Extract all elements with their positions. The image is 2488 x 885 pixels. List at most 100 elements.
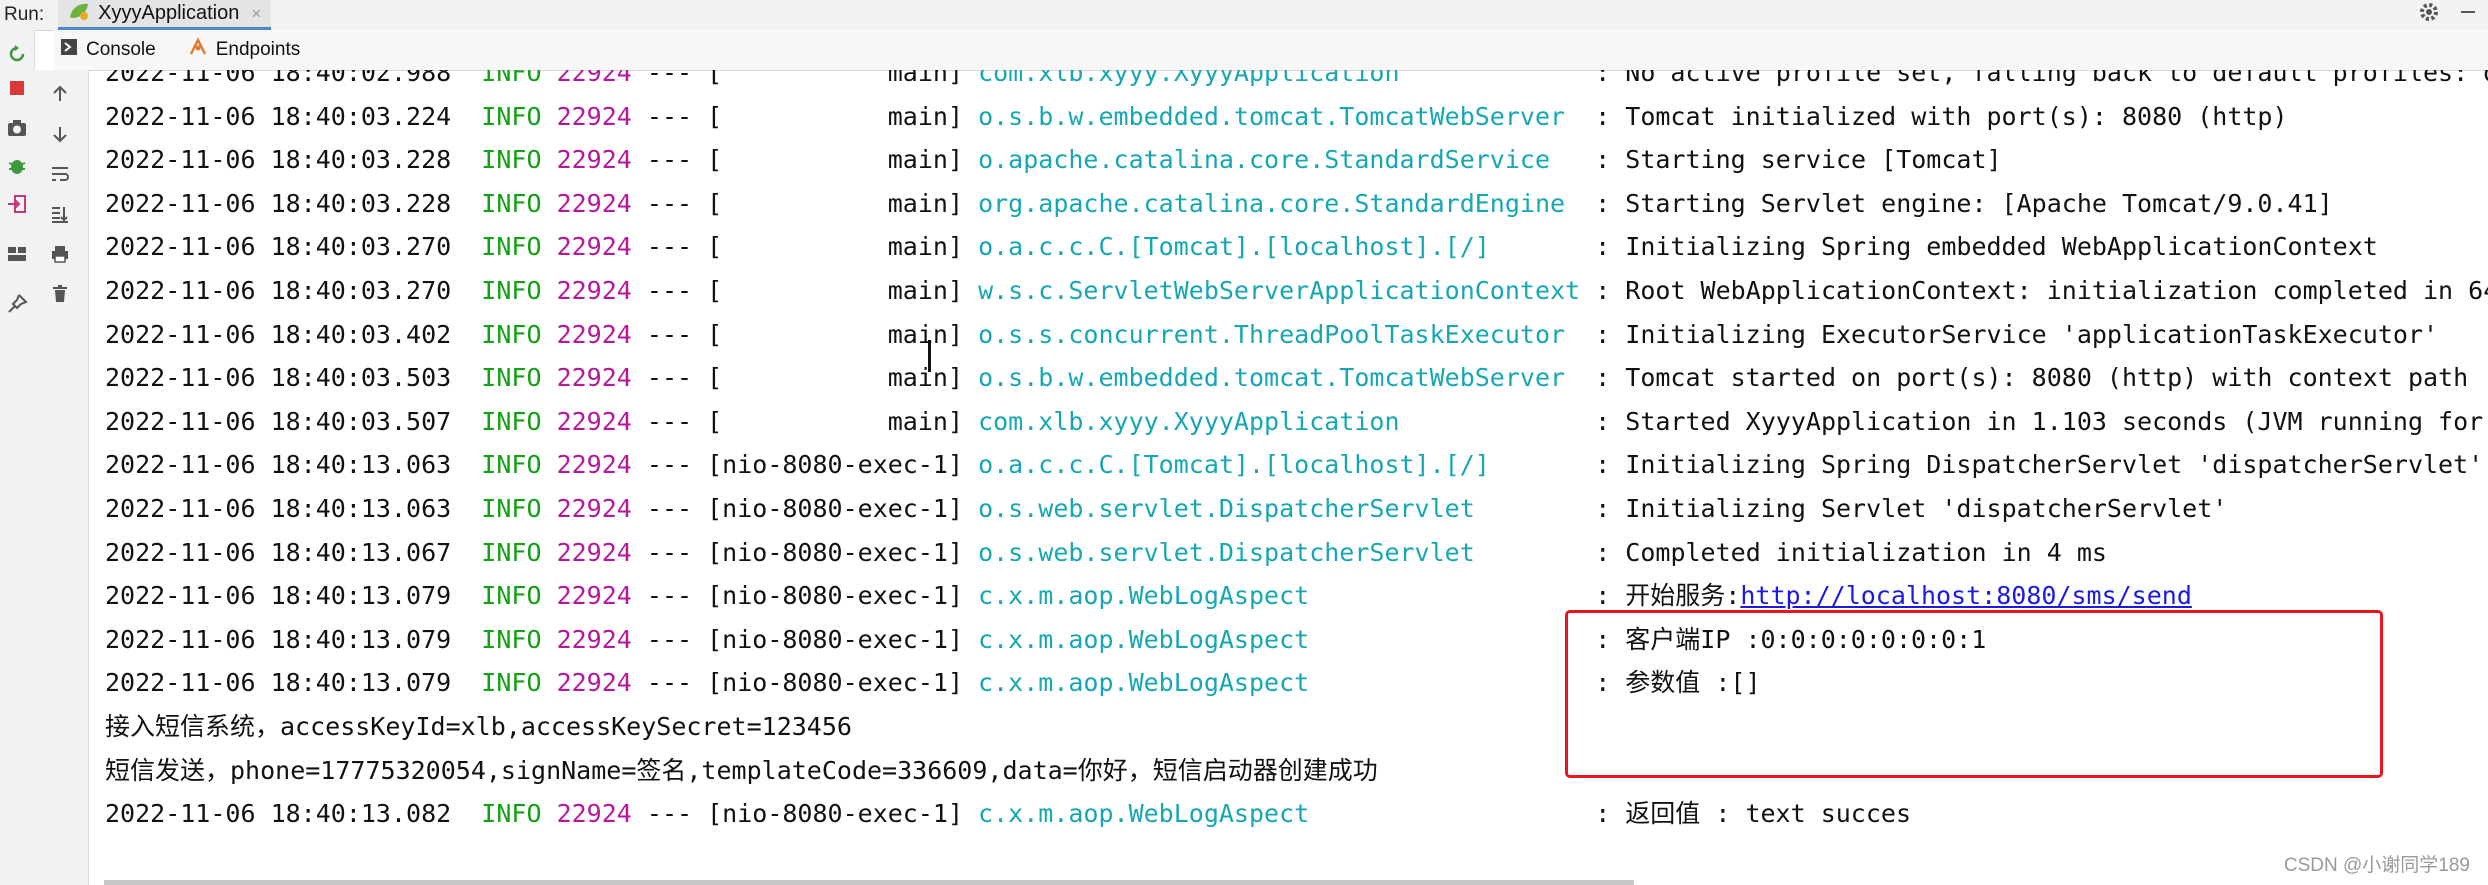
log-logger: o.s.b.w.embedded.tomcat.TomcatWebServer [978,363,1566,393]
log-logger: o.s.s.concurrent.ThreadPoolTaskExecutor [978,319,1566,349]
log-message: : Completed initialization in 4 ms [1595,537,2107,567]
log-thread: [nio-8080-exec-1] [707,494,963,523]
print-icon[interactable] [48,242,72,266]
log-logger: c.x.m.aop.WebLogAspect [978,799,1310,829]
log-pid: 22924 [556,232,632,262]
log-pid: 22924 [556,70,632,87]
log-timestamp: 2022-11-06 18:40:03.270 [105,276,452,305]
log-thread: [ main] [707,406,963,436]
log-logger: c.x.m.aop.WebLogAspect [978,624,1310,654]
log-link[interactable]: http://localhost:8080/sms/send [1740,581,2192,610]
log-line: 2022-11-06 18:40:03.270 INFO 22924 --- [… [105,230,2378,264]
log-line: 2022-11-06 18:40:02.988 INFO 22924 --- [… [105,70,2488,90]
log-level: INFO [481,406,542,436]
scroll-to-end-icon[interactable] [48,202,72,226]
run-toolbar: Run: XyyyApplication × [0,0,2488,31]
log-timestamp: 2022-11-06 18:40:13.082 [105,799,452,829]
log-timestamp: 2022-11-06 18:40:03.228 [105,188,452,218]
camera-icon[interactable] [5,116,29,140]
log-pid: 22924 [556,188,632,218]
log-timestamp: 2022-11-06 18:40:03.507 [105,406,452,436]
login-icon[interactable] [5,192,29,216]
log-line: 2022-11-06 18:40:13.063 INFO 22924 --- [… [105,492,2227,526]
log-timestamp: 2022-11-06 18:40:02.988 [105,70,452,87]
log-separator: --- [646,668,693,698]
run-tab-xyyyapplication[interactable]: XyyyApplication × [58,0,272,30]
log-thread: [ main] [707,101,963,131]
log-thread: [nio-8080-exec-1] [707,581,963,611]
console-icon [60,38,78,62]
pin-icon[interactable] [5,292,29,316]
log-logger: w.s.c.ServletWebServerApplicationContext [978,276,1581,305]
log-level: INFO [481,232,542,262]
log-pid: 22924 [556,101,632,131]
log-level: INFO [481,537,542,567]
log-level: INFO [481,101,542,131]
tab-console-label: Console [86,39,156,60]
log-level: INFO [481,276,542,305]
log-line: 2022-11-06 18:40:03.507 INFO 22924 --- [… [105,405,2483,439]
run-actions-strip [0,30,35,885]
log-logger: c.x.m.aop.WebLogAspect [978,668,1310,698]
log-thread: [nio-8080-exec-1] [707,799,963,829]
log-logger: o.apache.catalina.core.StandardService [978,145,1551,175]
log-level: INFO [481,188,542,218]
stop-icon[interactable] [5,76,29,100]
log-separator: --- [646,70,693,87]
log-pid: 22924 [556,537,632,567]
log-thread: [nio-8080-exec-1] [707,624,963,654]
minimize-icon[interactable] [2458,2,2478,28]
log-plain-text: 接入短信系统，accessKeyId=xlb,accessKeySecret=1… [105,712,852,741]
rerun-icon[interactable] [5,42,29,66]
log-level: INFO [481,668,542,698]
debug-bug-icon[interactable] [5,154,29,178]
trash-icon[interactable] [48,282,72,306]
log-thread: [ main] [707,363,963,393]
highlight-box [1565,610,2383,778]
log-pid: 22924 [556,668,632,698]
console-tabs-bar: Console Endpoints [54,30,2488,71]
log-thread: [ main] [707,319,963,349]
log-timestamp: 2022-11-06 18:40:03.224 [105,101,452,131]
tab-endpoints-label: Endpoints [215,39,301,60]
log-logger: com.xlb.xyyy.XyyyApplication [978,406,1400,436]
watermark: CSDN @小谢同学189 [2283,855,2470,876]
tab-endpoints[interactable]: Endpoints [182,37,301,63]
run-tab-label: XyyyApplication [98,2,240,24]
log-line: 短信发送，phone=17775320054,signName=签名,templ… [105,754,1378,788]
close-tab-icon[interactable]: × [251,4,261,24]
log-line: 2022-11-06 18:40:13.067 INFO 22924 --- [… [105,536,2107,570]
log-separator: --- [646,363,693,393]
log-plain-text: 短信发送，phone=17775320054,signName=签名,templ… [105,755,1378,785]
console-output[interactable]: 2022-11-06 18:40:02.988 INFO 22924 --- [… [88,70,2488,885]
log-thread: [nio-8080-exec-1] [707,668,963,698]
soft-wrap-icon[interactable] [48,162,72,186]
log-pid: 22924 [556,450,632,480]
log-timestamp: 2022-11-06 18:40:03.228 [105,145,452,175]
log-thread: [ main] [707,188,963,218]
log-logger: o.s.web.servlet.DispatcherServlet [978,537,1475,567]
log-pid: 22924 [556,145,632,175]
scroll-down-icon[interactable] [48,122,72,146]
log-line: 2022-11-06 18:40:13.079 INFO 22924 --- [… [105,579,2192,613]
log-logger: org.apache.catalina.core.StandardEngine [978,188,1566,218]
log-level: INFO [481,319,542,349]
scroll-up-icon[interactable] [48,82,72,106]
tab-console[interactable]: Console [54,38,156,62]
log-pid: 22924 [556,581,632,611]
log-separator: --- [646,319,693,349]
log-separator: --- [646,799,693,829]
log-logger: o.a.c.c.C.[Tomcat].[localhost].[/] [978,450,1490,480]
log-line: 接入短信系统，accessKeyId=xlb,accessKeySecret=1… [105,710,852,744]
log-message: : 返回值 : text succes [1595,799,1912,829]
log-level: INFO [481,494,542,523]
log-message: : Initializing Spring embedded WebApplic… [1595,232,2378,262]
layout-icon[interactable] [5,242,29,266]
horizontal-scrollbar[interactable] [104,880,1634,885]
gear-icon[interactable] [2418,1,2440,29]
log-logger: o.a.c.c.C.[Tomcat].[localhost].[/] [978,232,1490,262]
log-timestamp: 2022-11-06 18:40:03.270 [105,232,452,262]
log-message: : Starting service [Tomcat] [1595,145,2002,175]
log-pid: 22924 [556,319,632,349]
log-timestamp: 2022-11-06 18:40:03.402 [105,319,452,349]
